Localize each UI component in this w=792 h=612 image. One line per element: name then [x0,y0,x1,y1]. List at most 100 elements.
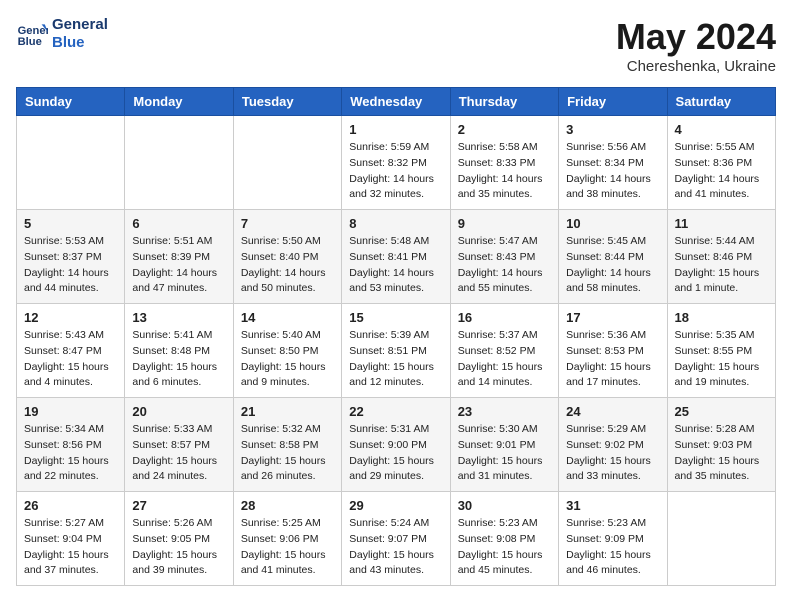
calendar-cell: 18 Sunrise: 5:35 AMSunset: 8:55 PMDayligh… [667,304,775,398]
calendar-cell: 1 Sunrise: 5:59 AMSunset: 8:32 PMDaylight… [342,116,450,210]
week-row-3: 12 Sunrise: 5:43 AMSunset: 8:47 PMDayligh… [17,304,776,398]
day-number: 22 [349,404,442,419]
weekday-header-tuesday: Tuesday [233,88,341,116]
day-info: Sunrise: 5:23 AMSunset: 9:09 PMDaylight:… [566,516,659,579]
day-number: 12 [24,310,117,325]
calendar-cell: 23Sunrise: 5:30 AMSunset: 9:01 PMDayligh… [450,398,558,492]
day-number: 5 [24,216,117,231]
calendar-cell: 7Sunrise: 5:50 AMSunset: 8:40 PMDaylight… [233,210,341,304]
day-number: 6 [132,216,225,231]
weekday-header-thursday: Thursday [450,88,558,116]
calendar-cell [233,116,341,210]
day-info: Sunrise: 5:43 AMSunset: 8:47 PMDaylight:… [24,328,117,391]
page-header: General Blue General Blue May 2024 Chere… [16,16,776,75]
day-info: Sunrise: 5:40 AMSunset: 8:50 PMDaylight:… [241,328,334,391]
day-number: 25 [675,404,768,419]
week-row-5: 26 Sunrise: 5:27 AMSunset: 9:04 PMDayligh… [17,492,776,586]
day-info: Sunrise: 5:33 AMSunset: 8:57 PMDaylight:… [132,422,225,485]
calendar-cell: 17 Sunrise: 5:36 AMSunset: 8:53 PMDayligh… [559,304,667,398]
svg-text:General: General [18,25,48,37]
day-number: 21 [241,404,334,419]
location-subtitle: Chereshenka, Ukraine [616,58,776,75]
day-number: 15 [349,310,442,325]
calendar-cell: 28Sunrise: 5:25 AMSunset: 9:06 PMDayligh… [233,492,341,586]
week-row-2: 5Sunrise: 5:53 AMSunset: 8:37 PMDaylight… [17,210,776,304]
calendar-cell: 24 Sunrise: 5:29 AMSunset: 9:02 PMDayligh… [559,398,667,492]
week-row-4: 19Sunrise: 5:34 AMSunset: 8:56 PMDayligh… [17,398,776,492]
day-info: Sunrise: 5:24 AMSunset: 9:07 PMDaylight:… [349,516,442,579]
calendar-cell: 12 Sunrise: 5:43 AMSunset: 8:47 PMDayligh… [17,304,125,398]
calendar-cell: 5Sunrise: 5:53 AMSunset: 8:37 PMDaylight… [17,210,125,304]
week-row-1: 1 Sunrise: 5:59 AMSunset: 8:32 PMDaylight… [17,116,776,210]
calendar-cell: 15 Sunrise: 5:39 AMSunset: 8:51 PMDayligh… [342,304,450,398]
day-number: 27 [132,498,225,513]
calendar-cell: 4Sunrise: 5:55 AMSunset: 8:36 PMDaylight… [667,116,775,210]
calendar-cell [667,492,775,586]
day-info: Sunrise: 5:37 AMSunset: 8:52 PMDaylight:… [458,328,551,391]
calendar-cell: 11Sunrise: 5:44 AMSunset: 8:46 PMDayligh… [667,210,775,304]
logo-line1: General [52,16,108,34]
calendar-cell: 22Sunrise: 5:31 AMSunset: 9:00 PMDayligh… [342,398,450,492]
weekday-header-monday: Monday [125,88,233,116]
day-info: Sunrise: 5:34 AMSunset: 8:56 PMDaylight:… [24,422,117,485]
month-title: May 2024 [616,16,776,58]
calendar-cell: 29 Sunrise: 5:24 AMSunset: 9:07 PMDayligh… [342,492,450,586]
svg-text:Blue: Blue [18,36,42,48]
day-info: Sunrise: 5:26 AMSunset: 9:05 PMDaylight:… [132,516,225,579]
day-info: Sunrise: 5:32 AMSunset: 8:58 PMDaylight:… [241,422,334,485]
weekday-header-row: SundayMondayTuesdayWednesdayThursdayFrid… [17,88,776,116]
logo-icon: General Blue [16,18,48,50]
day-number: 3 [566,122,659,137]
day-info: Sunrise: 5:27 AMSunset: 9:04 PMDaylight:… [24,516,117,579]
day-info: Sunrise: 5:29 AMSunset: 9:02 PMDaylight:… [566,422,659,485]
day-number: 10 [566,216,659,231]
day-number: 16 [458,310,551,325]
day-number: 20 [132,404,225,419]
calendar-cell: 30Sunrise: 5:23 AMSunset: 9:08 PMDayligh… [450,492,558,586]
calendar-cell: 25 Sunrise: 5:28 AMSunset: 9:03 PMDayligh… [667,398,775,492]
day-info: Sunrise: 5:44 AMSunset: 8:46 PMDaylight:… [675,234,768,297]
day-info: Sunrise: 5:47 AMSunset: 8:43 PMDaylight:… [458,234,551,297]
day-number: 26 [24,498,117,513]
calendar-cell [17,116,125,210]
logo-line2: Blue [52,34,108,52]
day-info: Sunrise: 5:35 AMSunset: 8:55 PMDaylight:… [675,328,768,391]
day-info: Sunrise: 5:28 AMSunset: 9:03 PMDaylight:… [675,422,768,485]
calendar-cell: 27 Sunrise: 5:26 AMSunset: 9:05 PMDayligh… [125,492,233,586]
calendar-table: SundayMondayTuesdayWednesdayThursdayFrid… [16,87,776,586]
day-number: 7 [241,216,334,231]
day-number: 24 [566,404,659,419]
day-info: Sunrise: 5:36 AMSunset: 8:53 PMDaylight:… [566,328,659,391]
calendar-cell: 9Sunrise: 5:47 AMSunset: 8:43 PMDaylight… [450,210,558,304]
day-number: 2 [458,122,551,137]
day-info: Sunrise: 5:25 AMSunset: 9:06 PMDaylight:… [241,516,334,579]
day-number: 8 [349,216,442,231]
weekday-header-sunday: Sunday [17,88,125,116]
weekday-header-friday: Friday [559,88,667,116]
day-info: Sunrise: 5:41 AMSunset: 8:48 PMDaylight:… [132,328,225,391]
calendar-cell: 13 Sunrise: 5:41 AMSunset: 8:48 PMDayligh… [125,304,233,398]
calendar-cell: 20 Sunrise: 5:33 AMSunset: 8:57 PMDayligh… [125,398,233,492]
day-info: Sunrise: 5:59 AMSunset: 8:32 PMDaylight:… [349,140,442,203]
day-info: Sunrise: 5:58 AMSunset: 8:33 PMDaylight:… [458,140,551,203]
day-info: Sunrise: 5:45 AMSunset: 8:44 PMDaylight:… [566,234,659,297]
day-number: 23 [458,404,551,419]
day-number: 17 [566,310,659,325]
calendar-cell: 8Sunrise: 5:48 AMSunset: 8:41 PMDaylight… [342,210,450,304]
day-number: 4 [675,122,768,137]
calendar-cell: 3 Sunrise: 5:56 AMSunset: 8:34 PMDaylight… [559,116,667,210]
calendar-cell: 21 Sunrise: 5:32 AMSunset: 8:58 PMDayligh… [233,398,341,492]
day-number: 13 [132,310,225,325]
day-number: 18 [675,310,768,325]
day-number: 1 [349,122,442,137]
calendar-cell: 26 Sunrise: 5:27 AMSunset: 9:04 PMDayligh… [17,492,125,586]
calendar-cell: 16 Sunrise: 5:37 AMSunset: 8:52 PMDayligh… [450,304,558,398]
day-info: Sunrise: 5:23 AMSunset: 9:08 PMDaylight:… [458,516,551,579]
day-number: 29 [349,498,442,513]
title-block: May 2024 Chereshenka, Ukraine [616,16,776,75]
weekday-header-wednesday: Wednesday [342,88,450,116]
calendar-cell: 14 Sunrise: 5:40 AMSunset: 8:50 PMDayligh… [233,304,341,398]
day-number: 14 [241,310,334,325]
day-info: Sunrise: 5:56 AMSunset: 8:34 PMDaylight:… [566,140,659,203]
day-info: Sunrise: 5:39 AMSunset: 8:51 PMDaylight:… [349,328,442,391]
